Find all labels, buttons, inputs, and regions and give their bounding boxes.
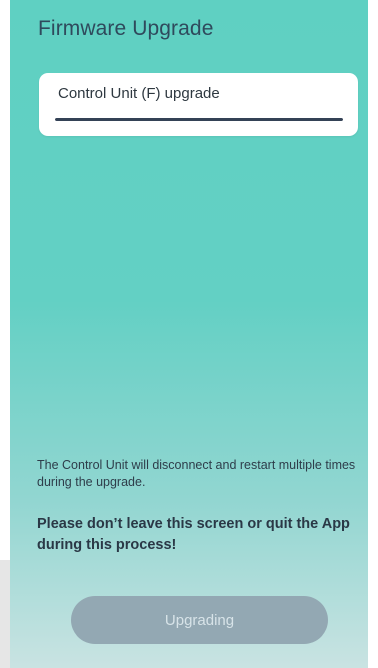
upgrade-progress-bar bbox=[55, 118, 343, 121]
page-title: Firmware Upgrade bbox=[38, 17, 214, 40]
warning-text: Please don’t leave this screen or quit t… bbox=[37, 516, 350, 553]
upgrade-progress-fill bbox=[55, 118, 343, 121]
firmware-upgrade-screen: Firmware Upgrade Control Unit (F) upgrad… bbox=[10, 0, 368, 668]
upgrade-status-card: Control Unit (F) upgrade bbox=[39, 73, 358, 136]
upgrade-item-label: Control Unit (F) upgrade bbox=[58, 85, 220, 102]
disconnect-info-text: The Control Unit will disconnect and res… bbox=[37, 458, 356, 489]
upgrading-button[interactable]: Upgrading bbox=[71, 596, 328, 644]
left-page-edge bbox=[0, 560, 10, 668]
